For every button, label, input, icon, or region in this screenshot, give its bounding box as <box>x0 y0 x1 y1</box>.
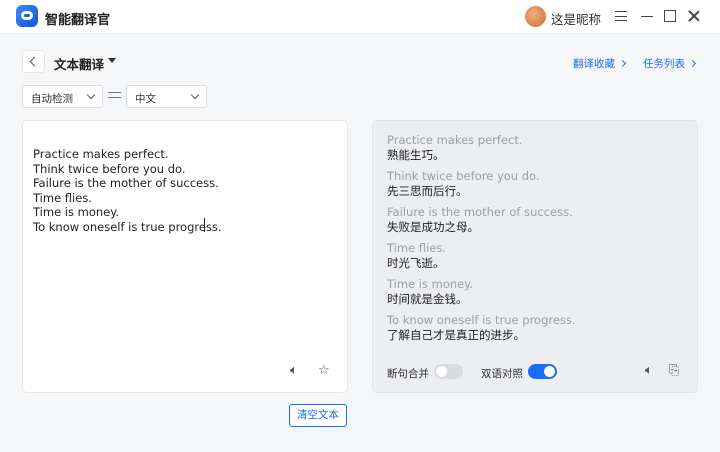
bilingual-toggle[interactable] <box>528 364 557 379</box>
target-language-value: 中文 <box>135 93 156 105</box>
title-bar: 智能翻译官 这是昵称 <box>0 0 720 34</box>
translation-pair: Failure is the mother of success. 失败是成功之… <box>387 205 573 235</box>
maximize-icon[interactable] <box>663 9 677 23</box>
source-text-input[interactable]: Practice makes perfect. Think twice befo… <box>33 147 222 234</box>
caret-down-icon[interactable] <box>108 58 116 63</box>
close-icon[interactable] <box>687 9 701 23</box>
original-sentence: Time is money. <box>387 277 474 291</box>
chevron-down-icon <box>86 90 96 100</box>
copy-icon[interactable]: ⎘ <box>669 364 683 378</box>
translation-pair: Practice makes perfect. 熟能生巧。 <box>387 133 523 163</box>
menu-icon[interactable] <box>614 9 628 23</box>
source-language-select[interactable]: 自动检测 <box>22 85 103 108</box>
original-sentence: Practice makes perfect. <box>387 133 523 147</box>
page-title[interactable]: 文本翻译 <box>54 54 104 73</box>
minimize-icon[interactable] <box>640 9 654 23</box>
chevron-right-icon <box>688 59 697 68</box>
app-logo-icon <box>16 5 38 27</box>
task-list-link-label: 任务列表 <box>643 58 685 70</box>
chevron-down-icon <box>190 90 200 100</box>
source-text-panel[interactable]: Practice makes perfect. Think twice befo… <box>22 120 348 393</box>
favorites-link-label: 翻译收藏 <box>573 58 615 70</box>
original-sentence: Failure is the mother of success. <box>387 205 573 219</box>
speaker-icon[interactable]: 🔈︎ <box>290 364 304 378</box>
source-language-value: 自动检测 <box>31 93 73 105</box>
merge-sentences-toggle[interactable] <box>434 364 463 379</box>
favorites-link[interactable]: 翻译收藏 <box>573 56 627 71</box>
translated-sentence: 时光飞逝。 <box>387 256 445 270</box>
avatar[interactable] <box>525 6 546 27</box>
task-list-link[interactable]: 任务列表 <box>643 56 697 71</box>
original-sentence: Think twice before you do. <box>387 169 540 183</box>
translation-pair: Think twice before you do. 先三思而后行。 <box>387 169 540 199</box>
username[interactable]: 这是昵称 <box>551 9 601 28</box>
translated-sentence: 失败是成功之母。 <box>387 220 479 234</box>
app-title: 智能翻译官 <box>45 13 111 28</box>
translated-sentence: 时间就是金钱。 <box>387 292 468 306</box>
translation-pair: Time flies. 时光飞逝。 <box>387 241 446 271</box>
translation-pair: To know oneself is true progress. 了解自己才是… <box>387 313 576 343</box>
chevron-right-icon <box>618 59 627 68</box>
back-button[interactable] <box>22 50 45 73</box>
original-sentence: Time flies. <box>387 241 446 255</box>
star-icon[interactable]: ☆ <box>318 364 332 378</box>
speaker-icon[interactable]: 🔈︎ <box>645 364 659 378</box>
translated-sentence: 了解自己才是真正的进步。 <box>387 328 525 342</box>
swap-languages-icon[interactable] <box>108 88 122 102</box>
original-sentence: To know oneself is true progress. <box>387 313 576 327</box>
translation-panel: Practice makes perfect. 熟能生巧。 Think twic… <box>372 120 698 393</box>
translated-sentence: 熟能生巧。 <box>387 148 445 162</box>
translated-sentence: 先三思而后行。 <box>387 184 468 198</box>
bilingual-label: 双语对照 <box>481 368 523 380</box>
merge-sentences-label: 断句合并 <box>387 368 429 380</box>
translation-pair: Time is money. 时间就是金钱。 <box>387 277 473 307</box>
clear-text-button[interactable]: 清空文本 <box>289 404 347 427</box>
text-cursor <box>204 218 205 232</box>
target-language-select[interactable]: 中文 <box>126 85 207 108</box>
